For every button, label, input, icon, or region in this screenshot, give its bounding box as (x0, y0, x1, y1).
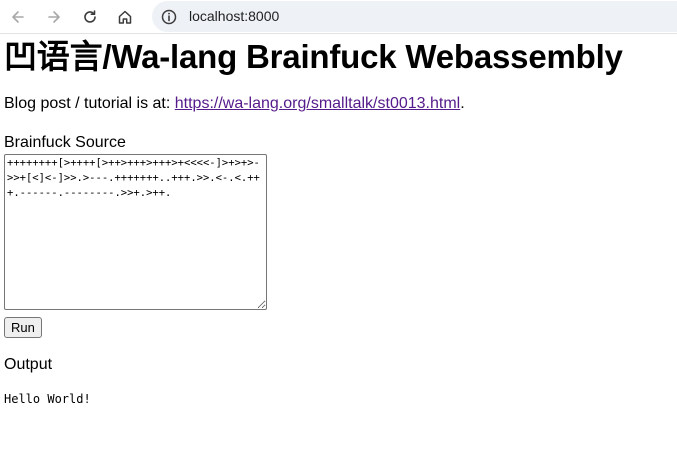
url-text[interactable]: localhost:8000 (189, 8, 279, 24)
run-button[interactable]: Run (4, 317, 42, 338)
info-circle-icon[interactable] (160, 8, 178, 26)
home-icon (118, 10, 132, 24)
page-title: 凹语言/Wa-lang Brainfuck Webassembly (4, 38, 623, 75)
arrow-left-icon (12, 11, 24, 23)
output-text: Hello World! (4, 392, 91, 406)
home-button[interactable] (113, 5, 137, 29)
arrow-right-icon (48, 11, 60, 23)
blog-suffix-text: . (460, 95, 465, 112)
blog-post-link[interactable]: https://wa-lang.org/smalltalk/st0013.htm… (175, 95, 460, 112)
browser-toolbar: localhost:8000 (0, 0, 677, 34)
address-bar[interactable]: localhost:8000 (152, 1, 677, 32)
back-button[interactable] (6, 5, 30, 29)
source-label: Brainfuck Source (4, 134, 126, 151)
brainfuck-source-input[interactable]: ++++++++[>++++[>++>+++>+++>+<<<<-]>+>+>-… (4, 154, 267, 310)
output-label: Output (4, 356, 53, 373)
reload-icon (84, 10, 96, 23)
blog-prefix-text: Blog post / tutorial is at: (4, 95, 175, 112)
forward-button[interactable] (42, 5, 66, 29)
blog-post-line: Blog post / tutorial is at: https://wa-l… (4, 95, 465, 113)
reload-button[interactable] (78, 5, 102, 29)
